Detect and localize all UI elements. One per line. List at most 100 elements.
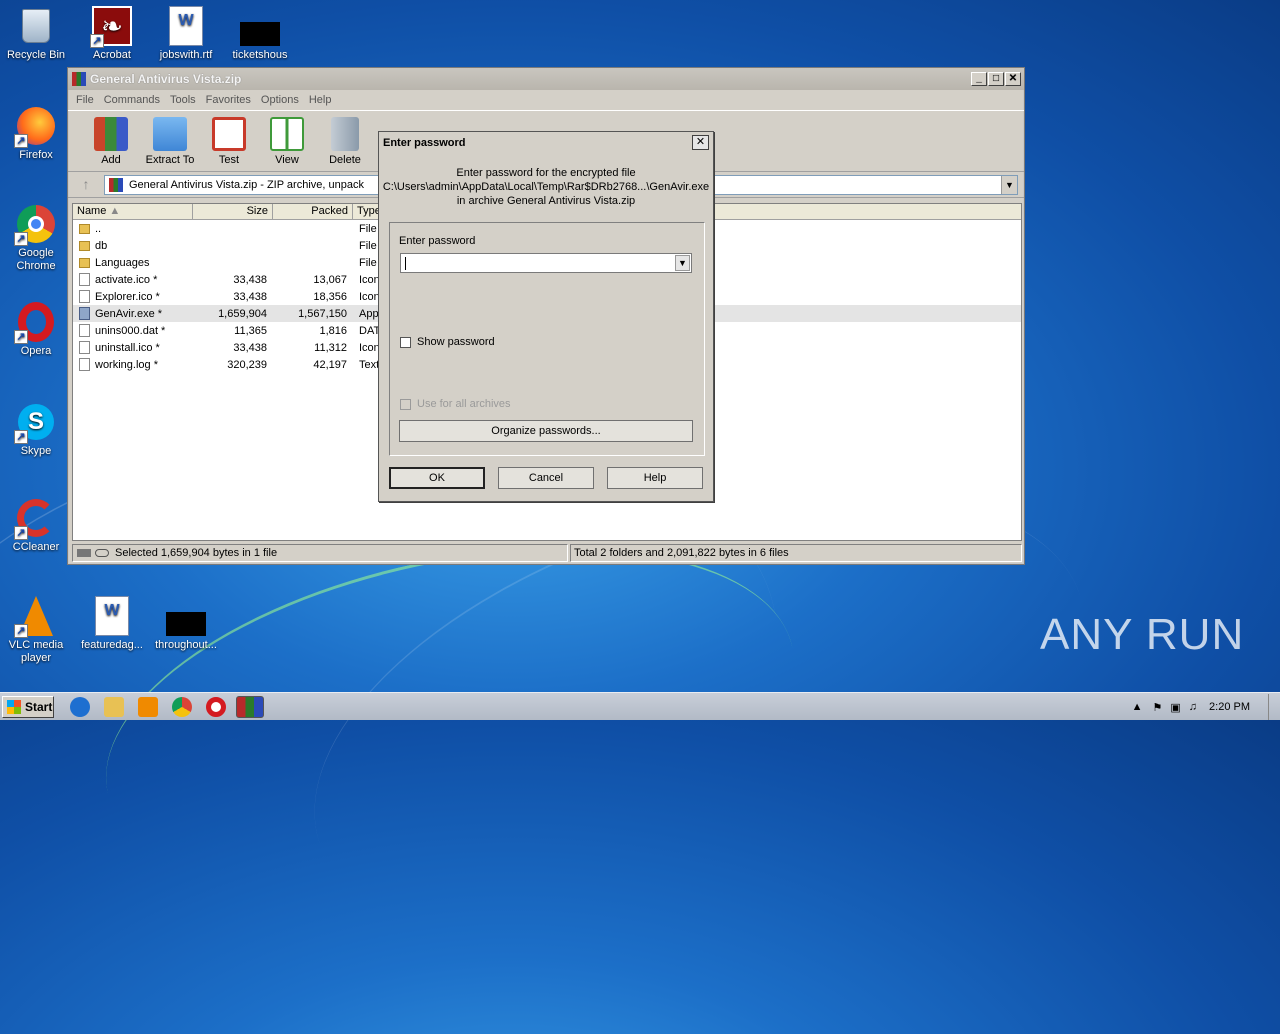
status-total: Total 2 folders and 2,091,822 bytes in 6…: [574, 547, 789, 559]
desktop-icon-vlc[interactable]: ↗ VLC media player: [0, 596, 72, 665]
media-player-taskbar-icon[interactable]: [138, 697, 158, 717]
desktop-icon-recycle-bin[interactable]: Recycle Bin: [0, 6, 72, 62]
menu-file[interactable]: File: [76, 94, 94, 106]
test-clipboard-icon: [212, 117, 246, 151]
up-arrow-icon[interactable]: ↑: [74, 175, 98, 195]
desktop-icon-skype[interactable]: S ↗ Skype: [0, 402, 72, 458]
file-size: 1,659,904: [218, 307, 267, 320]
password-group: Enter password ▼ Show password Use for a…: [389, 222, 705, 456]
winrar-taskbar-icon[interactable]: [236, 696, 264, 718]
word-doc-icon: W: [92, 596, 132, 636]
file-icon: [79, 341, 90, 354]
window-titlebar[interactable]: General Antivirus Vista.zip _ □ ✕: [68, 68, 1024, 90]
column-size[interactable]: Size: [193, 204, 273, 219]
file-icon: [79, 290, 90, 303]
chevron-down-icon[interactable]: ▼: [1001, 175, 1017, 194]
desktop-icon-featuredag[interactable]: W featuredag...: [76, 596, 148, 652]
file-name: db: [95, 239, 108, 252]
volume-icon[interactable]: ♫: [1189, 701, 1197, 713]
organize-passwords-button[interactable]: Organize passwords...: [399, 420, 693, 442]
network-icon[interactable]: ▣: [1170, 701, 1180, 714]
menu-favorites[interactable]: Favorites: [206, 94, 251, 106]
desktop-icon-jobswith[interactable]: W jobswith.rtf: [150, 6, 222, 62]
toolbar-add-button[interactable]: Add: [82, 117, 140, 171]
menu-options[interactable]: Options: [261, 94, 299, 106]
desktop-icon-ticketshous[interactable]: ticketshous: [224, 6, 296, 62]
dialog-close-button[interactable]: ✕: [692, 135, 709, 150]
word-doc-icon: W: [166, 6, 206, 46]
file-name: unins000.dat *: [95, 324, 166, 337]
drive-icon: [77, 549, 91, 557]
delete-bin-icon: [331, 117, 359, 151]
window-title: General Antivirus Vista.zip: [90, 72, 242, 86]
start-button[interactable]: Start: [2, 696, 54, 718]
opera-taskbar-icon[interactable]: [206, 697, 226, 717]
column-packed[interactable]: Packed: [273, 204, 353, 219]
close-button[interactable]: ✕: [1005, 72, 1021, 86]
show-desktop-button[interactable]: [1268, 694, 1280, 720]
desktop-icon-throughout[interactable]: throughout...: [150, 596, 222, 652]
file-packed: 11,312: [314, 341, 347, 354]
add-archive-icon: [94, 117, 128, 151]
file-size: 11,365: [234, 324, 267, 337]
column-name[interactable]: Name ▲: [73, 204, 193, 219]
checkbox-box-disabled: [400, 398, 411, 410]
text-caret: [405, 257, 406, 270]
file-packed: 42,197: [313, 358, 347, 371]
toolbar-delete-button[interactable]: Delete: [316, 117, 374, 171]
folder-icon: [79, 240, 90, 251]
recycle-bin-icon: [16, 6, 56, 46]
file-packed: 18,356: [313, 290, 347, 303]
show-hidden-icons[interactable]: ▲: [1132, 701, 1143, 713]
desktop-icon-acrobat[interactable]: ❧ ↗ Acrobat: [76, 6, 148, 62]
ok-button[interactable]: OK: [389, 467, 485, 489]
file-icon: [79, 273, 90, 286]
password-input[interactable]: ▼: [400, 253, 692, 273]
desktop-icon-ccleaner[interactable]: ↗ CCleaner: [0, 498, 72, 554]
help-button[interactable]: Help: [607, 467, 703, 489]
taskbar: Start ▲ ⚑ ▣ ♫ 2:20 PM: [0, 692, 1280, 720]
system-tray: ▲ ⚑ ▣ ♫ 2:20 PM: [1132, 693, 1280, 721]
ie-taskbar-icon[interactable]: [70, 697, 90, 717]
view-book-icon: [270, 117, 304, 151]
explorer-taskbar-icon[interactable]: [104, 697, 124, 717]
desktop-icon-chrome[interactable]: ↗ Google Chrome: [0, 204, 72, 273]
folder-icon: [79, 223, 90, 234]
file-size: 33,438: [233, 341, 267, 354]
status-selected: Selected 1,659,904 bytes in 1 file: [115, 547, 278, 559]
redacted-icon: [240, 6, 280, 46]
minimize-button[interactable]: _: [971, 72, 987, 86]
extract-folder-icon: [153, 117, 187, 151]
menu-bar: File Commands Tools Favorites Options He…: [68, 90, 1024, 110]
cancel-button[interactable]: Cancel: [498, 467, 594, 489]
menu-help[interactable]: Help: [309, 94, 332, 106]
opera-icon: ↗: [14, 302, 56, 344]
flag-icon[interactable]: ⚑: [1153, 701, 1163, 714]
desktop-icon-opera[interactable]: ↗ Opera: [0, 302, 72, 358]
menu-commands[interactable]: Commands: [104, 94, 160, 106]
status-bar: Selected 1,659,904 bytes in 1 file Total…: [72, 544, 1022, 562]
checkbox-box[interactable]: [400, 336, 411, 348]
file-name: Explorer.ico *: [95, 290, 160, 303]
file-name: working.log *: [95, 358, 158, 371]
chrome-icon: ↗: [14, 204, 56, 246]
key-icon: [95, 549, 109, 557]
show-password-checkbox[interactable]: Show password: [400, 336, 495, 348]
dialog-message: Enter password for the encrypted file C:…: [382, 167, 710, 207]
winrar-app-icon: [72, 72, 86, 86]
dialog-title: Enter password: [383, 137, 466, 149]
toolbar-view-button[interactable]: View: [258, 117, 316, 171]
chrome-taskbar-icon[interactable]: [172, 697, 192, 717]
clock[interactable]: 2:20 PM: [1209, 701, 1250, 713]
file-size: 33,438: [233, 273, 267, 286]
toolbar-test-button[interactable]: Test: [200, 117, 258, 171]
chevron-down-icon[interactable]: ▼: [675, 255, 690, 271]
use-for-all-checkbox[interactable]: Use for all archives: [400, 398, 511, 410]
menu-tools[interactable]: Tools: [170, 94, 196, 106]
file-size: 320,239: [227, 358, 267, 371]
file-name: GenAvir.exe *: [95, 307, 163, 320]
desktop-icon-firefox[interactable]: ↗ Firefox: [0, 106, 72, 162]
folder-icon: [79, 257, 90, 268]
toolbar-extract-button[interactable]: Extract To: [140, 117, 200, 171]
maximize-button[interactable]: □: [988, 72, 1004, 86]
